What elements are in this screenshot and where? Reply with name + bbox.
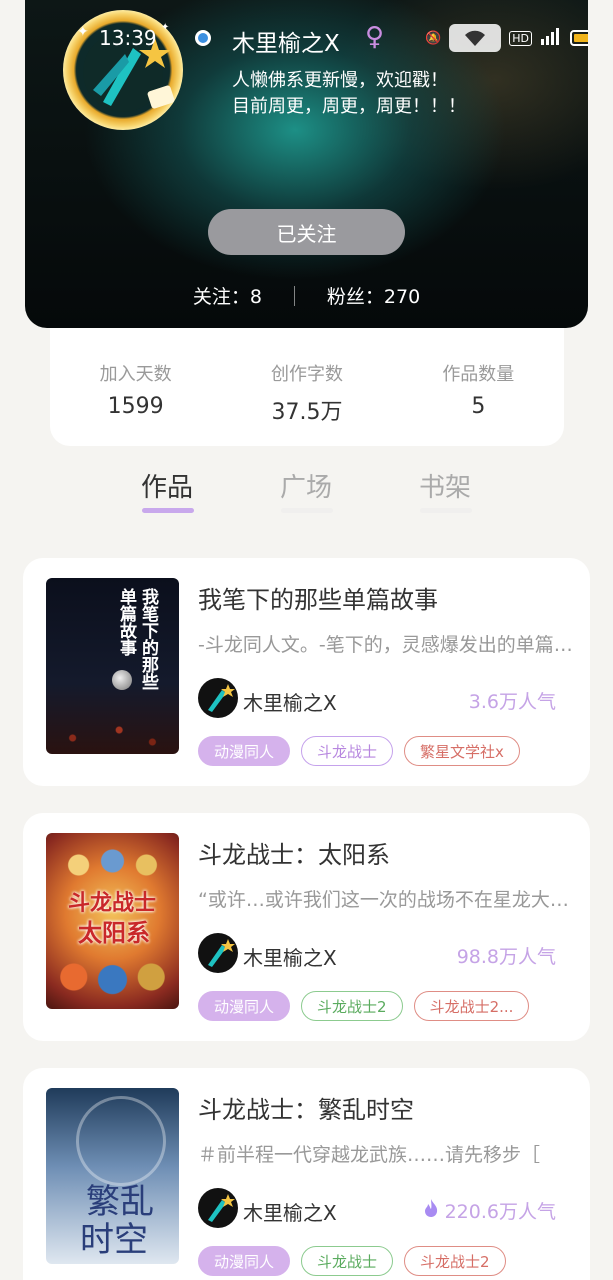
tag[interactable]: 动漫同人: [198, 1246, 291, 1276]
user-bio: 人懒佛系更新慢，欢迎戳！ 目前周更，周更，周更！！！: [232, 70, 466, 117]
stats-divider: [293, 285, 295, 306]
mute-icon: 🔕: [425, 30, 442, 46]
user-name: 木里榆之X: [232, 31, 340, 57]
book-title[interactable]: 斗龙战士：繁乱时空: [198, 1090, 414, 1125]
stat-label: 作品数量: [442, 364, 515, 385]
profile-tabs: 作品 广场 书架: [0, 462, 613, 534]
character-art: [56, 841, 169, 881]
tab-active-indicator: [142, 508, 194, 513]
book-description: ＃前半程一代穿越龙武族……请先移步［: [198, 1144, 541, 1166]
character-art: [52, 951, 173, 1003]
status-time: 13:39: [99, 26, 157, 50]
tab-indicator: [281, 508, 333, 513]
stat-value: 5: [471, 394, 486, 419]
stat-value: 1599: [107, 394, 164, 419]
tag[interactable]: 斗龙战士: [301, 736, 394, 766]
shooting-star-logo-icon: [208, 939, 235, 967]
stat-label: 加入天数: [99, 364, 172, 385]
popularity-count: 220.6万人气: [423, 1197, 556, 1224]
tag[interactable]: 斗龙战士2: [404, 1246, 506, 1276]
cover-title-line: 单篇故事: [116, 588, 136, 656]
shooting-star-logo-icon: [208, 684, 235, 712]
hd-icon: HD: [509, 30, 532, 46]
tag[interactable]: 斗龙战士2: [301, 991, 403, 1021]
tag[interactable]: 动漫同人: [198, 991, 291, 1021]
stat-works-count: 作品数量 5: [442, 360, 514, 419]
female-gender-icon: ♀: [365, 22, 385, 52]
notification-bubble-icon: [195, 30, 211, 46]
book-tags: 动漫同人 斗龙战士 繁星文学社x: [198, 736, 520, 766]
book-title[interactable]: 斗龙战士：太阳系: [198, 835, 390, 870]
tag[interactable]: 繁星文学社x: [404, 736, 520, 766]
status-icons: 🔕 HD: [425, 24, 588, 52]
wifi-icon: [449, 24, 502, 52]
book-tags: 动漫同人 斗龙战士2 斗龙战士2...: [198, 991, 530, 1021]
book-card[interactable]: 繁乱 时空 斗龙战士：繁乱时空 ＃前半程一代穿越龙武族……请先移步［ 木里榆之X…: [23, 1068, 590, 1280]
profile-header: ✦ ✦ 13:39 🔕 HD 木里榆之X ♀ 人懒佛系更新慢，欢迎戳！ 目前周更…: [25, 0, 588, 328]
tab-indicator: [420, 508, 472, 513]
book-cover[interactable]: 斗龙战士 太阳系: [46, 833, 179, 1009]
book-cover[interactable]: 我笔下的那些 单篇故事: [46, 578, 179, 754]
stat-word-count: 创作字数 37.5万: [271, 360, 343, 426]
cover-title-line: 时空: [80, 1220, 148, 1260]
following-count[interactable]: 关注：8: [193, 282, 262, 309]
clock-decoration: [76, 1096, 166, 1186]
book-card[interactable]: 斗龙战士 太阳系 斗龙战士：太阳系 “或许…或许我们这一次的战场不在星龙大陆” …: [23, 813, 590, 1041]
tag[interactable]: 动漫同人: [198, 736, 291, 766]
book-description: -斗龙同人文。-笔下的，灵感爆发出的单篇故事: [198, 634, 573, 656]
book-tags: 动漫同人 斗龙战士 斗龙战士2: [198, 1246, 506, 1276]
fans-count[interactable]: 粉丝：270: [327, 282, 420, 309]
moon-icon: [112, 670, 132, 690]
tab-bookshelf[interactable]: 书架: [419, 467, 471, 504]
popularity-value: 3.6万人气: [468, 691, 556, 713]
author-avatar[interactable]: [198, 1188, 238, 1228]
shooting-star-logo-icon: [208, 1194, 235, 1222]
book-title[interactable]: 我笔下的那些单篇故事: [198, 580, 438, 615]
cover-title-line: 太阳系: [78, 918, 150, 947]
creator-stats-card: 加入天数 1599 创作字数 37.5万 作品数量 5: [50, 328, 564, 446]
tag[interactable]: 斗龙战士2...: [413, 991, 530, 1021]
book-cover[interactable]: 繁乱 时空: [46, 1088, 179, 1264]
popularity-value: 220.6万人气: [444, 1201, 556, 1223]
signal-icon: [540, 27, 562, 49]
popularity-count: 3.6万人气: [469, 687, 556, 714]
follow-stats: 关注：8 粉丝：270: [25, 282, 588, 309]
author-name: 木里榆之X: [243, 691, 337, 715]
popularity-value: 98.8万人气: [456, 946, 556, 968]
book-card[interactable]: 我笔下的那些 单篇故事 我笔下的那些单篇故事 -斗龙同人文。-笔下的，灵感爆发出…: [23, 558, 590, 786]
flower-decoration: [46, 714, 179, 754]
tag[interactable]: 斗龙战士: [301, 1246, 394, 1276]
book-description: “或许…或许我们这一次的战场不在星龙大陆”: [198, 889, 573, 911]
tab-works[interactable]: 作品: [141, 467, 193, 504]
stat-label: 创作字数: [270, 364, 343, 385]
cover-title-line: 我笔下的那些: [138, 588, 158, 690]
stat-value: 37.5万: [271, 400, 343, 425]
stat-join-days: 加入天数 1599: [100, 360, 172, 419]
author-avatar[interactable]: [198, 933, 238, 973]
battery-icon: [569, 30, 588, 46]
author-name: 木里榆之X: [243, 1201, 337, 1225]
svg-text:✦: ✦: [161, 22, 169, 33]
flame-icon: [423, 1198, 439, 1223]
popularity-count: 98.8万人气: [457, 942, 556, 969]
author-avatar[interactable]: [198, 678, 238, 718]
author-name: 木里榆之X: [243, 946, 337, 970]
tab-square[interactable]: 广场: [280, 467, 332, 504]
followed-button[interactable]: 已关注: [208, 209, 405, 255]
svg-text:✦: ✦: [77, 24, 89, 40]
